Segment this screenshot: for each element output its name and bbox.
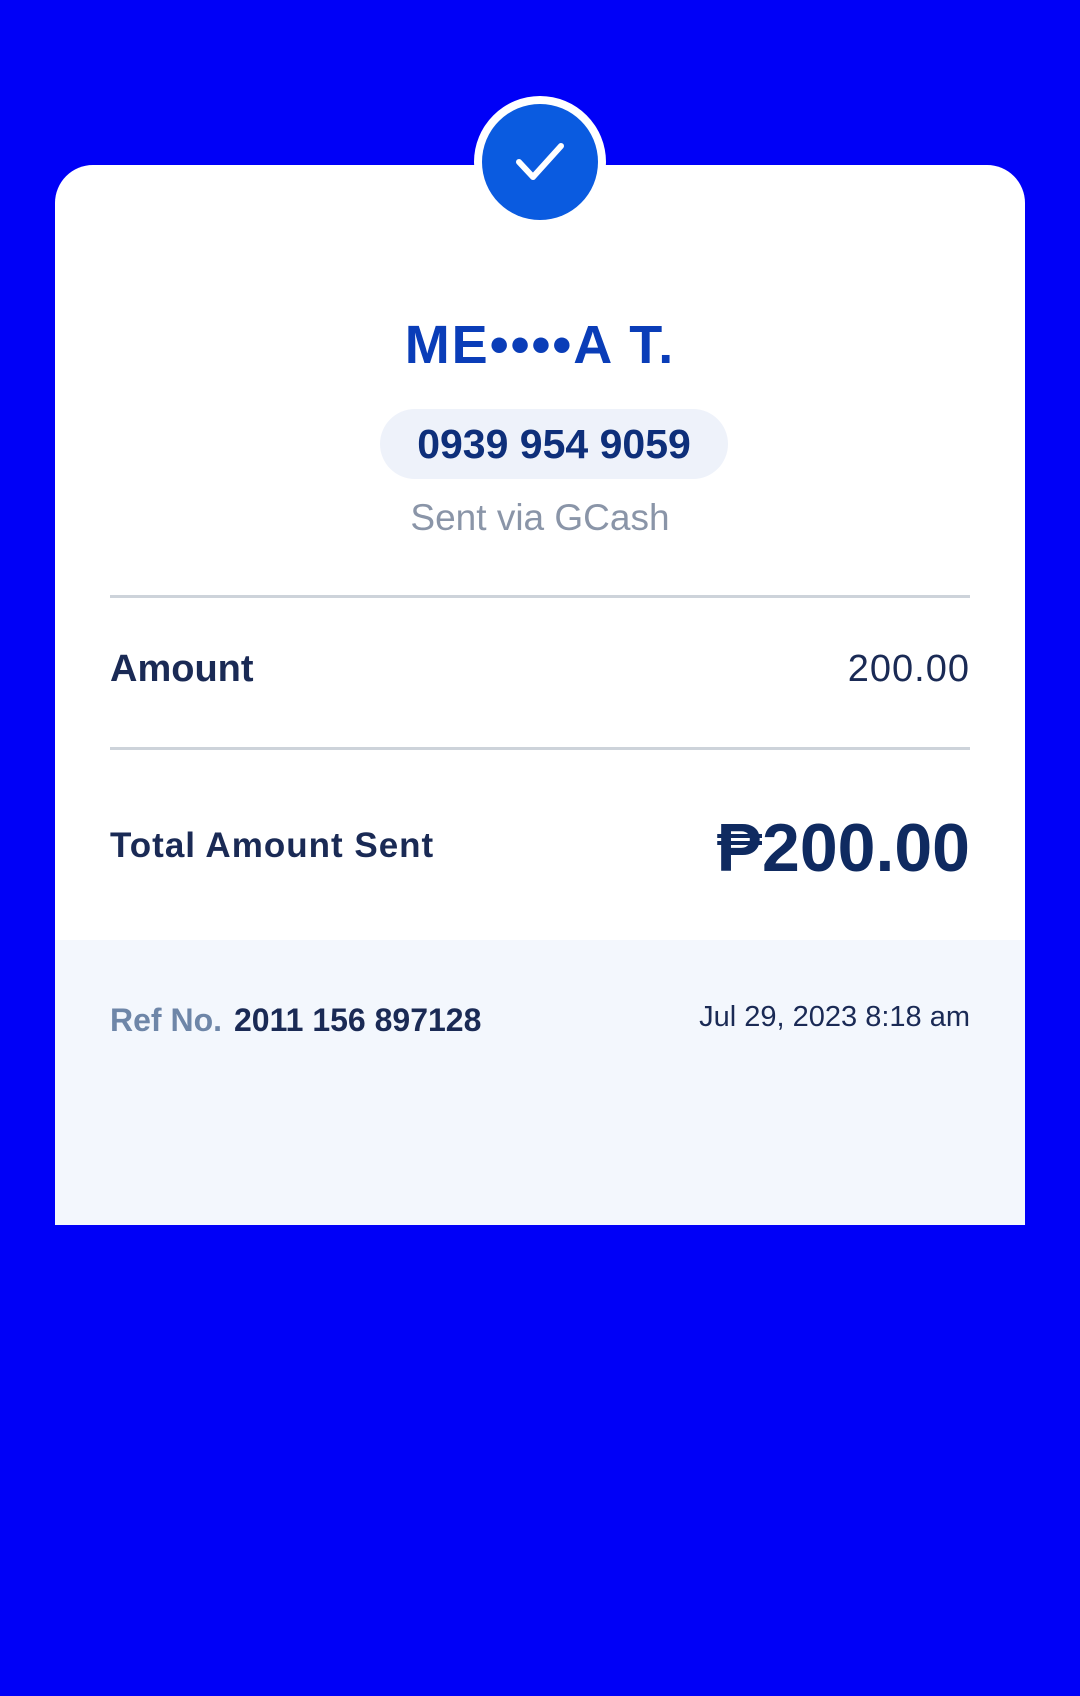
check-icon <box>516 143 564 180</box>
reference-number: Ref No. 2011 156 897128 <box>110 1000 481 1040</box>
total-amount-value: ₱200.00 <box>716 810 970 886</box>
amount-label: Amount <box>110 648 254 690</box>
success-badge <box>474 96 606 228</box>
total-amount-label: Total Amount Sent <box>110 826 435 865</box>
transaction-datetime: Jul 29, 2023 8:18 am <box>699 1001 970 1033</box>
divider-middle <box>110 747 970 750</box>
recipient-name: ME••••A T. <box>404 315 676 375</box>
success-badge-circle <box>482 104 598 220</box>
reference-label: Ref No. <box>110 1002 222 1038</box>
divider-top <box>110 595 970 598</box>
recipient-phone: 0939 954 9059 <box>380 409 728 479</box>
sent-via-label: Sent via GCash <box>410 497 670 538</box>
receipt-bottom-panel <box>55 940 1025 1225</box>
amount-value: 200.00 <box>847 648 970 690</box>
reference-value: 2011 156 897128 <box>234 1002 482 1038</box>
receipt-torn-edge <box>55 1205 1025 1225</box>
